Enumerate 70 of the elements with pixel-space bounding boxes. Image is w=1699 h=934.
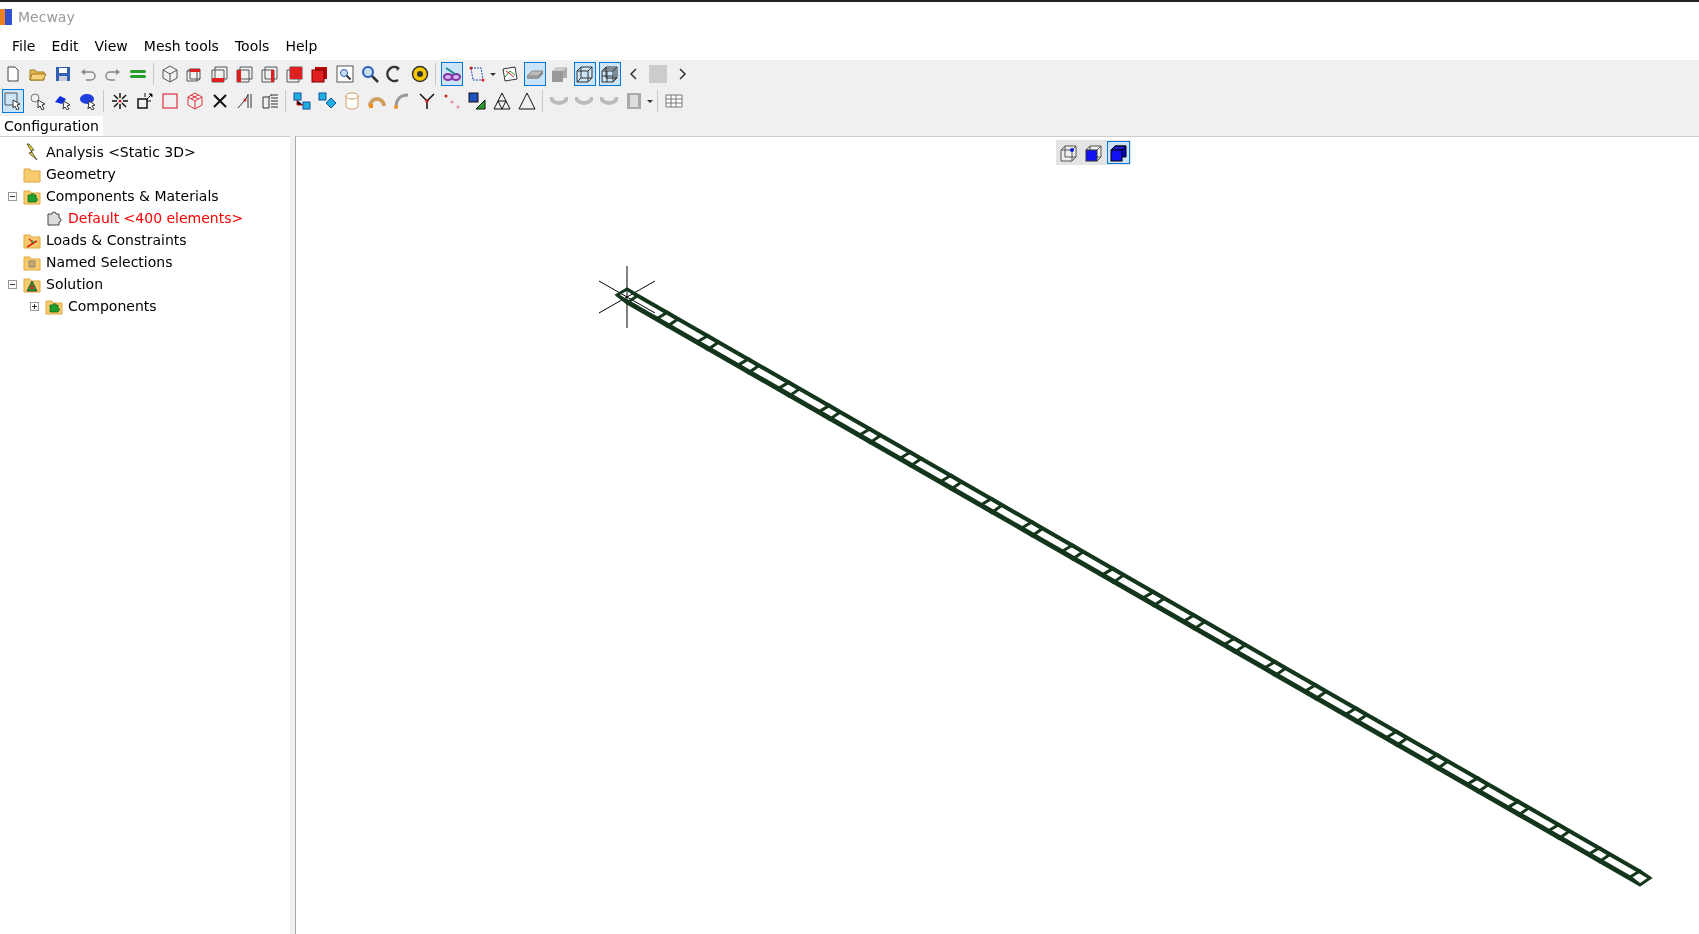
view-mode-button[interactable] [1107, 141, 1130, 164]
tree-item[interactable]: Named Selections [46, 254, 173, 270]
cube-icon [1059, 143, 1078, 162]
toolbar-button[interactable] [440, 61, 463, 86]
node-frame-icon [467, 64, 486, 83]
mesh-cube-icon [185, 91, 204, 110]
tree-item[interactable]: Default <400 elements> [68, 210, 244, 226]
menu-item[interactable]: Help [277, 35, 326, 57]
delete-icon [210, 91, 229, 110]
film-strip-icon [624, 91, 643, 110]
select-box-icon [3, 91, 22, 110]
explode-icon [110, 91, 129, 110]
wireframe-box-icon [575, 64, 594, 83]
collapse-icon[interactable] [8, 279, 17, 289]
toolbar-button[interactable] [598, 61, 621, 86]
triangle-mesh-icon [492, 91, 511, 110]
tape-measure-icon [410, 64, 429, 83]
folder-triangle-icon [23, 275, 41, 293]
square-icon [160, 91, 179, 110]
tree-item[interactable]: Components [68, 298, 157, 314]
linked-squares-icon [292, 91, 311, 110]
menu-item[interactable]: File [4, 35, 44, 57]
split-icon [235, 91, 254, 110]
folder-cube-icon [23, 253, 41, 271]
cube-icon [1084, 143, 1103, 162]
wireframe-cube-icon [160, 64, 179, 83]
folder-puzzle-icon [45, 297, 63, 315]
search-icon [360, 64, 379, 83]
pointer-icon [28, 91, 47, 110]
expand-icon[interactable] [30, 301, 39, 311]
collapse-icon[interactable] [8, 191, 17, 201]
square-arrow-icon [467, 91, 486, 110]
tree-item[interactable]: Loads & Constraints [46, 232, 187, 248]
menu-item[interactable]: Mesh tools [135, 35, 227, 57]
folder-puzzle-icon [23, 187, 41, 205]
cube-icon [260, 64, 279, 83]
curve-icon [392, 91, 411, 110]
cube-icon [310, 64, 329, 83]
extrude-icon [260, 91, 279, 110]
origin-crosshair-icon [598, 265, 656, 329]
glasses-icon [442, 64, 461, 83]
solid-block-icon [550, 64, 569, 83]
tree-item[interactable]: Components & Materials [46, 188, 219, 204]
zoom-box-icon [335, 64, 354, 83]
triangle-icon [517, 91, 536, 110]
menu-item[interactable]: View [86, 35, 136, 57]
app-logo-icon [0, 9, 12, 25]
sketch-icon [500, 64, 519, 83]
menu-item[interactable]: Tools [226, 35, 278, 57]
mesh-cube-icon [600, 64, 619, 83]
table-icon [664, 91, 683, 110]
folder-icon [23, 165, 41, 183]
tree-item[interactable]: Geometry [46, 166, 116, 182]
cube-icon [210, 64, 229, 83]
puzzle-piece-icon [45, 209, 63, 227]
node-box-icon [135, 91, 154, 110]
toolbar-button[interactable] [573, 61, 596, 86]
cylinder-icon [342, 91, 361, 110]
cube-icon [235, 64, 254, 83]
tree-item[interactable]: Solution [46, 276, 104, 292]
fork-icon [417, 91, 436, 110]
tab[interactable]: Configuration [0, 116, 103, 136]
window-title: Mecway [18, 9, 75, 25]
cube-icon [285, 64, 304, 83]
tree-item[interactable]: Analysis <Static 3D> [46, 144, 196, 160]
folder-arrow-icon [23, 231, 41, 249]
menu-item[interactable]: Edit [43, 35, 87, 57]
diamond-icon [317, 91, 336, 110]
select-oval-icon [78, 91, 97, 110]
solid-cube-icon [1109, 143, 1128, 162]
